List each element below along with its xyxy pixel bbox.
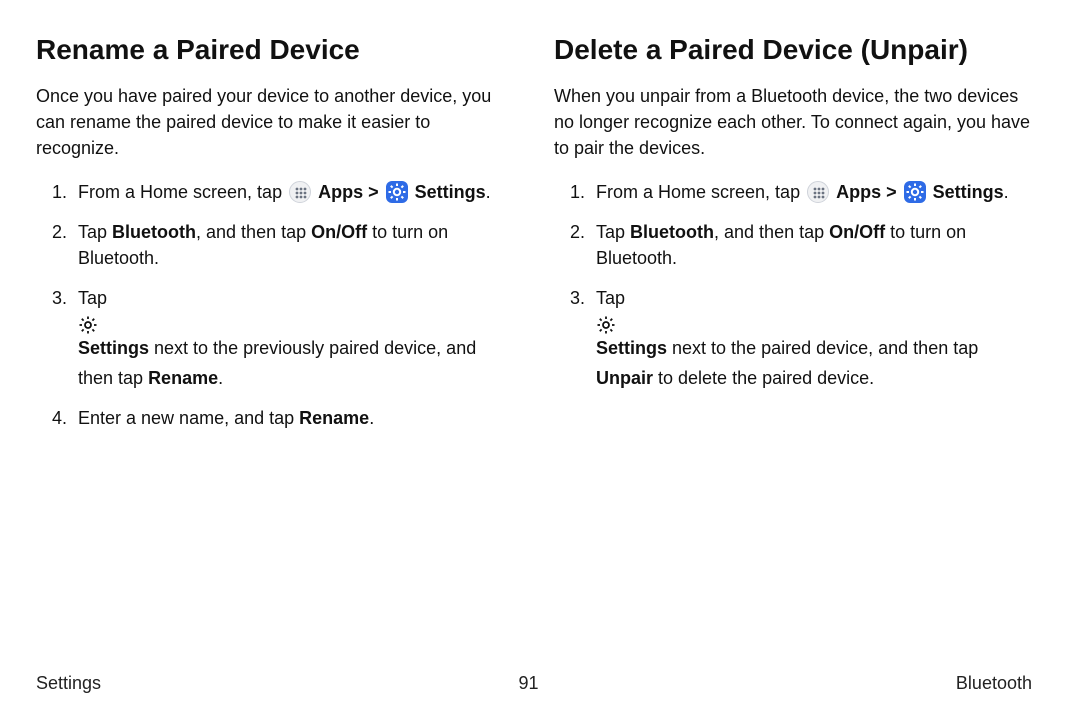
unpair-label: Unpair bbox=[596, 368, 653, 388]
settings-label: Settings bbox=[933, 182, 1004, 202]
separator: > bbox=[886, 182, 902, 202]
step-2: Tap Bluetooth, and then tap On/Off to tu… bbox=[590, 219, 1032, 271]
settings-label: Settings bbox=[596, 338, 667, 358]
settings-icon bbox=[386, 181, 408, 203]
heading-delete: Delete a Paired Device (Unpair) bbox=[554, 30, 1032, 71]
steps-delete: From a Home screen, tap Apps > bbox=[554, 179, 1032, 392]
gear-icon bbox=[596, 315, 1032, 335]
settings-icon bbox=[904, 181, 926, 203]
step-text: Tap bbox=[78, 288, 107, 308]
step-text: . bbox=[218, 368, 223, 388]
step-text: , and then tap bbox=[714, 222, 829, 242]
step-3: Tap Settings next to the p bbox=[590, 285, 1032, 391]
right-column: Delete a Paired Device (Unpair) When you… bbox=[554, 30, 1032, 446]
step-text: . bbox=[1004, 182, 1009, 202]
step-text: From a Home screen, tap bbox=[596, 182, 805, 202]
separator: > bbox=[368, 182, 384, 202]
intro-delete: When you unpair from a Bluetooth device,… bbox=[554, 83, 1032, 161]
step-3: Tap Settings next to the p bbox=[72, 285, 514, 391]
step-text: Tap bbox=[78, 222, 112, 242]
page-footer: Settings 91 Bluetooth bbox=[36, 670, 1032, 696]
left-column: Rename a Paired Device Once you have pai… bbox=[36, 30, 514, 446]
bluetooth-label: Bluetooth bbox=[112, 222, 196, 242]
manual-page: Rename a Paired Device Once you have pai… bbox=[0, 0, 1080, 720]
step-text: next to the paired device, and then tap bbox=[667, 338, 978, 358]
step-1: From a Home screen, tap Apps > bbox=[590, 179, 1032, 205]
gear-icon bbox=[78, 315, 514, 335]
step-text: From a Home screen, tap bbox=[78, 182, 287, 202]
steps-rename: From a Home screen, tap Apps > bbox=[36, 179, 514, 432]
step-text: Tap bbox=[596, 288, 625, 308]
step-1: From a Home screen, tap Apps > bbox=[72, 179, 514, 205]
apps-label: Apps bbox=[318, 182, 363, 202]
footer-section: Settings bbox=[36, 670, 101, 696]
heading-rename: Rename a Paired Device bbox=[36, 30, 514, 71]
rename-label: Rename bbox=[148, 368, 218, 388]
settings-label: Settings bbox=[415, 182, 486, 202]
apps-icon bbox=[807, 181, 829, 203]
step-text: Tap bbox=[596, 222, 630, 242]
rename-label: Rename bbox=[299, 408, 369, 428]
step-2: Tap Bluetooth, and then tap On/Off to tu… bbox=[72, 219, 514, 271]
bluetooth-label: Bluetooth bbox=[630, 222, 714, 242]
onoff-label: On/Off bbox=[829, 222, 885, 242]
footer-topic: Bluetooth bbox=[956, 670, 1032, 696]
intro-rename: Once you have paired your device to anot… bbox=[36, 83, 514, 161]
step-text: , and then tap bbox=[196, 222, 311, 242]
onoff-label: On/Off bbox=[311, 222, 367, 242]
step-4: Enter a new name, and tap Rename. bbox=[72, 405, 514, 431]
step-text: . bbox=[486, 182, 491, 202]
columns: Rename a Paired Device Once you have pai… bbox=[36, 30, 1032, 446]
page-number: 91 bbox=[518, 670, 538, 696]
settings-label: Settings bbox=[78, 338, 149, 358]
apps-label: Apps bbox=[836, 182, 881, 202]
step-text: . bbox=[369, 408, 374, 428]
apps-icon bbox=[289, 181, 311, 203]
step-text: Enter a new name, and tap bbox=[78, 408, 299, 428]
step-text: to delete the paired device. bbox=[653, 368, 874, 388]
